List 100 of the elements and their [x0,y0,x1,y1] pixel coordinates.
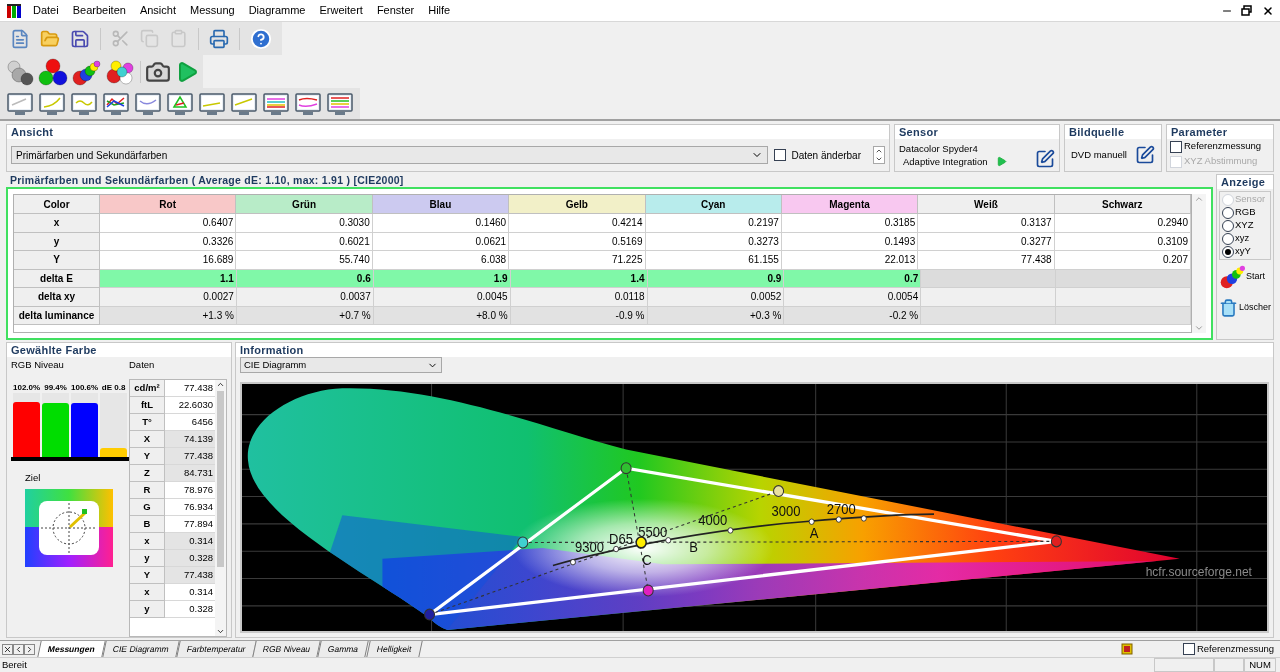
printer-icon[interactable] [209,28,229,49]
view-select[interactable]: Primärfarben und Sekundärfarben [11,146,768,164]
row-header: cd/m² [130,380,165,397]
sheet-tab[interactable]: Messungen [37,641,106,657]
reference-point [635,536,647,549]
edit-icon[interactable] [1135,145,1155,165]
monitor-chart-icon[interactable] [294,90,322,117]
spheres-icon[interactable] [4,57,34,86]
menu-item[interactable]: Diagramme [241,2,313,19]
radio-button[interactable] [1222,206,1234,219]
chart-label: 2700 [826,501,856,518]
start-button[interactable]: Start [1219,263,1271,291]
menu-item[interactable]: Messung [183,2,242,19]
previous-icon[interactable] [13,643,24,655]
chart-credit: hcfr.sourceforge.net [1145,564,1252,580]
sheet-tab[interactable]: Gamma [317,641,370,657]
sheet-tab[interactable]: Helligkeit [365,641,422,657]
down-icon [875,155,883,163]
new-file-icon[interactable] [10,28,30,49]
scrollbar[interactable] [1192,194,1206,333]
help-icon[interactable] [250,27,272,50]
menu-item[interactable]: Datei [26,2,66,19]
panel-title: Information [239,343,305,357]
monitor-chart-icon[interactable] [166,90,194,117]
close-icon[interactable] [1262,4,1274,17]
edit-icon[interactable] [1035,149,1055,169]
color-point [1050,535,1062,548]
chart-label: 5500 [638,524,668,541]
temperature-dot [860,515,867,522]
monitor-chart-icon[interactable] [102,90,130,117]
radio-label: RGB [1235,205,1256,220]
monitor-chart-icon[interactable] [6,90,34,117]
table-cell: 74.139 [165,431,215,448]
down-icon [1194,323,1204,333]
temperature-dot [613,545,619,553]
chart-select[interactable]: CIE Diagramm [240,357,442,373]
row-header: B [130,516,165,533]
table-cell: 0.0045 [373,288,511,307]
spin-button[interactable] [873,146,885,164]
sheet-tab[interactable]: CIE Diagramm [102,641,180,657]
chart-label: 4000 [698,512,728,529]
table-cell: 0.2197 [645,214,782,233]
menu-item[interactable]: Bearbeiten [65,2,133,19]
next-icon[interactable] [24,643,35,655]
checkbox-label: Daten änderbar [791,148,861,163]
table-cell: 22.013 [781,251,919,270]
menu-item[interactable]: Erweitert [312,2,370,19]
monitor-chart-icon[interactable] [38,90,66,117]
row-header: y [130,601,165,618]
sensor-mode: Adaptive Integration [903,154,988,169]
balls-cluster-icon[interactable] [106,57,136,86]
color-point [517,536,529,549]
panel-title: Parameter [1170,125,1229,139]
radio-button[interactable] [1222,232,1234,245]
panel-title: Sensor [898,125,939,139]
temperature-dot [808,518,815,525]
column-header: Rot [100,195,237,214]
monitor-chart-icon[interactable] [70,90,98,117]
sheet-tab[interactable]: Farbtemperatur [175,641,256,657]
restore-icon[interactable] [1241,5,1252,16]
section-label: RGB Niveau [11,358,65,372]
monitor-chart-icon[interactable] [262,90,290,117]
three-balls-icon[interactable] [38,57,68,86]
menu-item[interactable]: Ansicht [132,2,183,19]
monitor-chart-icon[interactable] [198,90,226,117]
checkbox[interactable] [1182,643,1195,655]
table-cell: 55.740 [236,251,373,270]
sheet-tab[interactable]: RGB Niveau [252,641,322,657]
table-cell: 0.2940 [1054,214,1191,233]
column-header: Grün [236,195,373,214]
row-header: y [130,550,165,567]
monitor-chart-icon[interactable] [230,90,258,117]
save-icon[interactable] [70,28,90,49]
table-cell: 0.1460 [372,214,510,233]
row-header: x [14,214,100,233]
table-cell: 84.731 [165,465,215,482]
menu-item[interactable]: Fenster [369,2,422,19]
scrollbar[interactable] [215,380,226,636]
monitor-chart-icon[interactable] [134,90,162,117]
color-point [642,584,654,597]
balls-chain-icon[interactable] [72,57,102,86]
table-cell: 0.3185 [781,214,919,233]
bar-label: dE 0.8 [101,383,126,393]
row-header: R [130,482,165,499]
table-cell: 0.4214 [509,214,646,233]
column-header: Color [14,195,100,214]
bar-label: 99.4% [44,383,67,393]
table-cell: 77.438 [165,448,215,465]
radio-button[interactable] [1222,219,1234,232]
close-icon[interactable] [2,643,13,655]
checkbox[interactable] [773,149,786,161]
num-lock-indicator: NUM [1244,658,1276,672]
menu-item[interactable]: Hilfe [421,2,458,19]
checkbox[interactable] [1170,140,1182,153]
row-header: Z [130,465,165,482]
chart-label: C [642,552,652,569]
monitor-chart-icon[interactable] [326,90,354,117]
radio-button[interactable] [1222,245,1234,258]
clear-button[interactable]: Löscher [1219,294,1271,322]
chart-label: D65 [609,531,633,547]
